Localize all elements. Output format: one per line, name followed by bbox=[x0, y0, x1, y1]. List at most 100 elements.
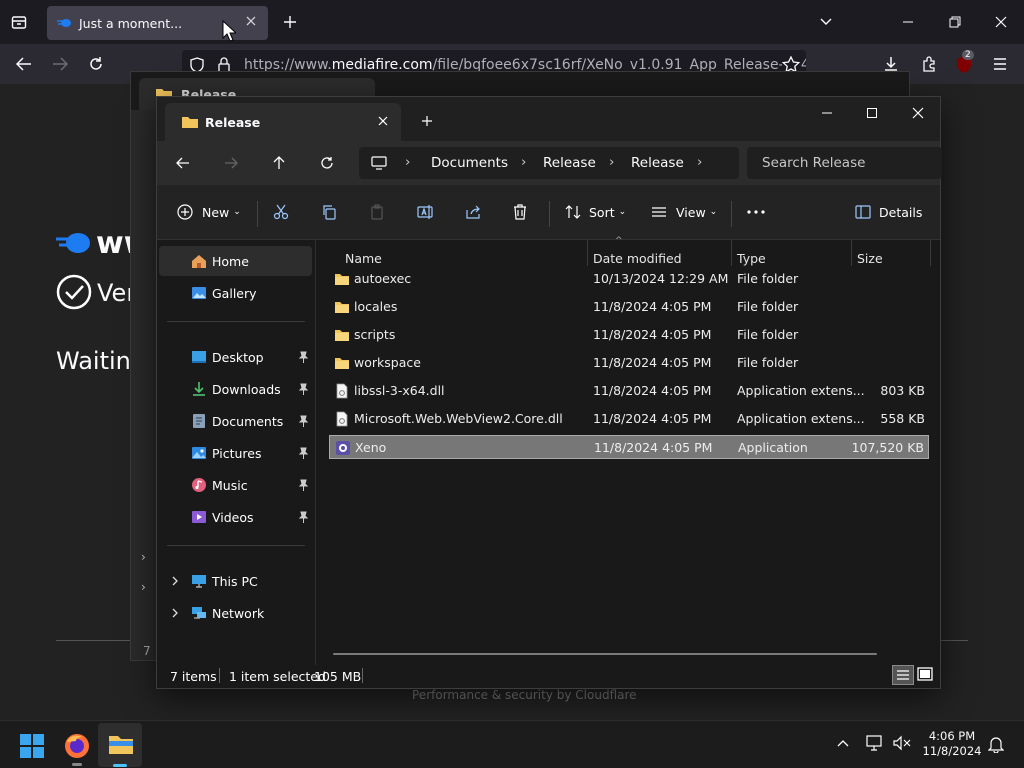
nav-item-gallery[interactable]: Gallery bbox=[159, 278, 312, 308]
breadcrumb-release[interactable]: Release bbox=[631, 155, 684, 171]
minimize-icon[interactable] bbox=[817, 105, 837, 121]
new-button[interactable]: New ⌄ bbox=[177, 197, 241, 227]
details-view-icon[interactable] bbox=[892, 665, 914, 685]
delete-button[interactable] bbox=[513, 197, 527, 227]
back-icon[interactable] bbox=[14, 54, 34, 74]
column-divider[interactable] bbox=[587, 240, 588, 266]
nav-item-pictures[interactable]: Pictures bbox=[159, 438, 312, 468]
nav-label: Music bbox=[212, 477, 248, 493]
trash-icon bbox=[514, 204, 526, 220]
file-row[interactable]: libssl-3-x64.dll 11/8/2024 4:05 PM Applica… bbox=[329, 379, 929, 403]
firefox-taskbar-icon[interactable] bbox=[64, 733, 90, 766]
breadcrumb-chevron-icon[interactable]: › bbox=[609, 154, 614, 170]
up-icon[interactable] bbox=[269, 155, 289, 171]
clock-time: 4:06 PM bbox=[928, 729, 976, 743]
file-row[interactable]: autoexec 10/13/2024 12:29 AM File folder bbox=[329, 267, 929, 291]
close-tab-icon[interactable] bbox=[244, 14, 258, 28]
nav-item-documents[interactable]: Documents bbox=[159, 406, 312, 436]
status-divider bbox=[219, 668, 220, 683]
nav-label: This PC bbox=[212, 573, 258, 589]
close-window-icon[interactable] bbox=[991, 12, 1011, 32]
file-row[interactable]: Xeno 11/8/2024 4:05 PM Application 107,520 … bbox=[329, 435, 929, 459]
nav-item-downloads[interactable]: Downloads bbox=[159, 374, 312, 404]
minimize-icon[interactable] bbox=[898, 12, 918, 32]
pin-icon[interactable] bbox=[298, 479, 309, 491]
column-divider[interactable] bbox=[930, 240, 931, 266]
search-input[interactable]: Search Release bbox=[747, 147, 942, 179]
details-button[interactable]: Details bbox=[855, 197, 922, 227]
bg-chevron-icon[interactable]: › bbox=[141, 580, 146, 594]
status-divider bbox=[362, 668, 363, 683]
list-all-tabs-icon[interactable] bbox=[8, 12, 30, 32]
nav-item-desktop[interactable]: Desktop bbox=[159, 342, 312, 372]
horizontal-scrollbar[interactable] bbox=[333, 653, 877, 655]
more-options-button[interactable] bbox=[747, 197, 765, 227]
new-tab-icon[interactable] bbox=[419, 113, 435, 129]
refresh-icon[interactable] bbox=[317, 155, 337, 171]
nav-item-network[interactable]: Network bbox=[159, 598, 312, 628]
clock[interactable]: 4:06 PM 11/8/2024 bbox=[922, 729, 982, 759]
network-status-icon[interactable] bbox=[866, 735, 884, 751]
copy-button[interactable] bbox=[321, 197, 337, 227]
forward-icon[interactable] bbox=[221, 155, 241, 171]
breadcrumb-chevron-icon[interactable]: › bbox=[405, 154, 410, 170]
column-divider[interactable] bbox=[851, 240, 852, 266]
nav-item-this-pc[interactable]: This PC bbox=[159, 566, 312, 596]
restore-icon[interactable] bbox=[945, 12, 965, 32]
pin-icon[interactable] bbox=[298, 383, 309, 395]
new-tab-icon[interactable] bbox=[280, 12, 300, 32]
maximize-icon[interactable] bbox=[862, 105, 882, 121]
notifications-bell-icon[interactable] bbox=[988, 735, 1004, 753]
ublock-extension-icon[interactable]: 2 bbox=[955, 50, 975, 74]
reload-icon[interactable] bbox=[86, 54, 106, 74]
bg-chevron-icon[interactable]: › bbox=[141, 550, 146, 564]
back-icon[interactable] bbox=[173, 155, 193, 171]
breadcrumb-documents[interactable]: Documents bbox=[431, 155, 508, 171]
extensions-icon[interactable] bbox=[918, 54, 940, 74]
pane-splitter[interactable] bbox=[315, 240, 316, 665]
file-explorer-taskbar-button[interactable] bbox=[98, 723, 142, 767]
chevron-down-icon: ⌄ bbox=[618, 207, 627, 217]
breadcrumb-chevron-icon[interactable]: › bbox=[697, 154, 702, 170]
badge-count: 2 bbox=[962, 50, 974, 60]
tab-list-chevron-icon[interactable] bbox=[816, 12, 836, 32]
breadcrumb-chevron-icon[interactable]: › bbox=[521, 154, 526, 170]
close-tab-icon[interactable] bbox=[377, 115, 389, 127]
menu-icon[interactable] bbox=[990, 54, 1010, 74]
nav-item-home[interactable]: Home bbox=[159, 246, 312, 276]
monitor-icon[interactable] bbox=[371, 156, 387, 170]
expand-chevron-icon[interactable] bbox=[170, 607, 180, 619]
sort-button[interactable]: Sort ⌄ bbox=[565, 197, 626, 227]
mouse-cursor-icon bbox=[222, 20, 236, 42]
file-explorer-window[interactable]: Release › Documents › Release › Release … bbox=[156, 96, 942, 689]
breadcrumb-release[interactable]: Release bbox=[543, 155, 596, 171]
file-row[interactable]: locales 11/8/2024 4:05 PM File folder bbox=[329, 295, 929, 319]
rename-icon bbox=[417, 205, 433, 219]
pin-icon[interactable] bbox=[298, 511, 309, 523]
file-type: File folder bbox=[737, 299, 799, 314]
column-divider[interactable] bbox=[731, 240, 732, 266]
forward-icon[interactable] bbox=[50, 54, 70, 74]
paste-button[interactable] bbox=[369, 197, 385, 227]
rename-button[interactable] bbox=[417, 197, 435, 227]
show-hidden-icons-chevron-icon[interactable] bbox=[836, 737, 850, 749]
pin-icon[interactable] bbox=[298, 447, 309, 459]
cut-button[interactable] bbox=[273, 197, 289, 227]
nav-item-videos[interactable]: Videos bbox=[159, 502, 312, 532]
expand-chevron-icon[interactable] bbox=[170, 575, 180, 587]
nav-item-music[interactable]: Music bbox=[159, 470, 312, 500]
gallery-icon bbox=[192, 287, 206, 299]
share-button[interactable] bbox=[465, 197, 481, 227]
volume-muted-icon[interactable] bbox=[893, 735, 911, 751]
file-row[interactable]: Microsoft.Web.WebView2.Core.dll 11/8/2024… bbox=[329, 407, 929, 431]
explorer-tab[interactable]: Release bbox=[165, 103, 401, 141]
file-row[interactable]: workspace 11/8/2024 4:05 PM File folder bbox=[329, 351, 929, 375]
close-window-icon[interactable] bbox=[908, 105, 928, 121]
view-button[interactable]: View ⌄ bbox=[651, 197, 717, 227]
start-button-windows-icon[interactable] bbox=[20, 734, 44, 758]
file-row[interactable]: scripts 11/8/2024 4:05 PM File folder bbox=[329, 323, 929, 347]
pin-icon[interactable] bbox=[298, 415, 309, 427]
tiles-view-icon[interactable] bbox=[917, 667, 933, 681]
breadcrumb[interactable]: › Documents › Release › Release › bbox=[359, 147, 739, 179]
pin-icon[interactable] bbox=[298, 351, 309, 363]
